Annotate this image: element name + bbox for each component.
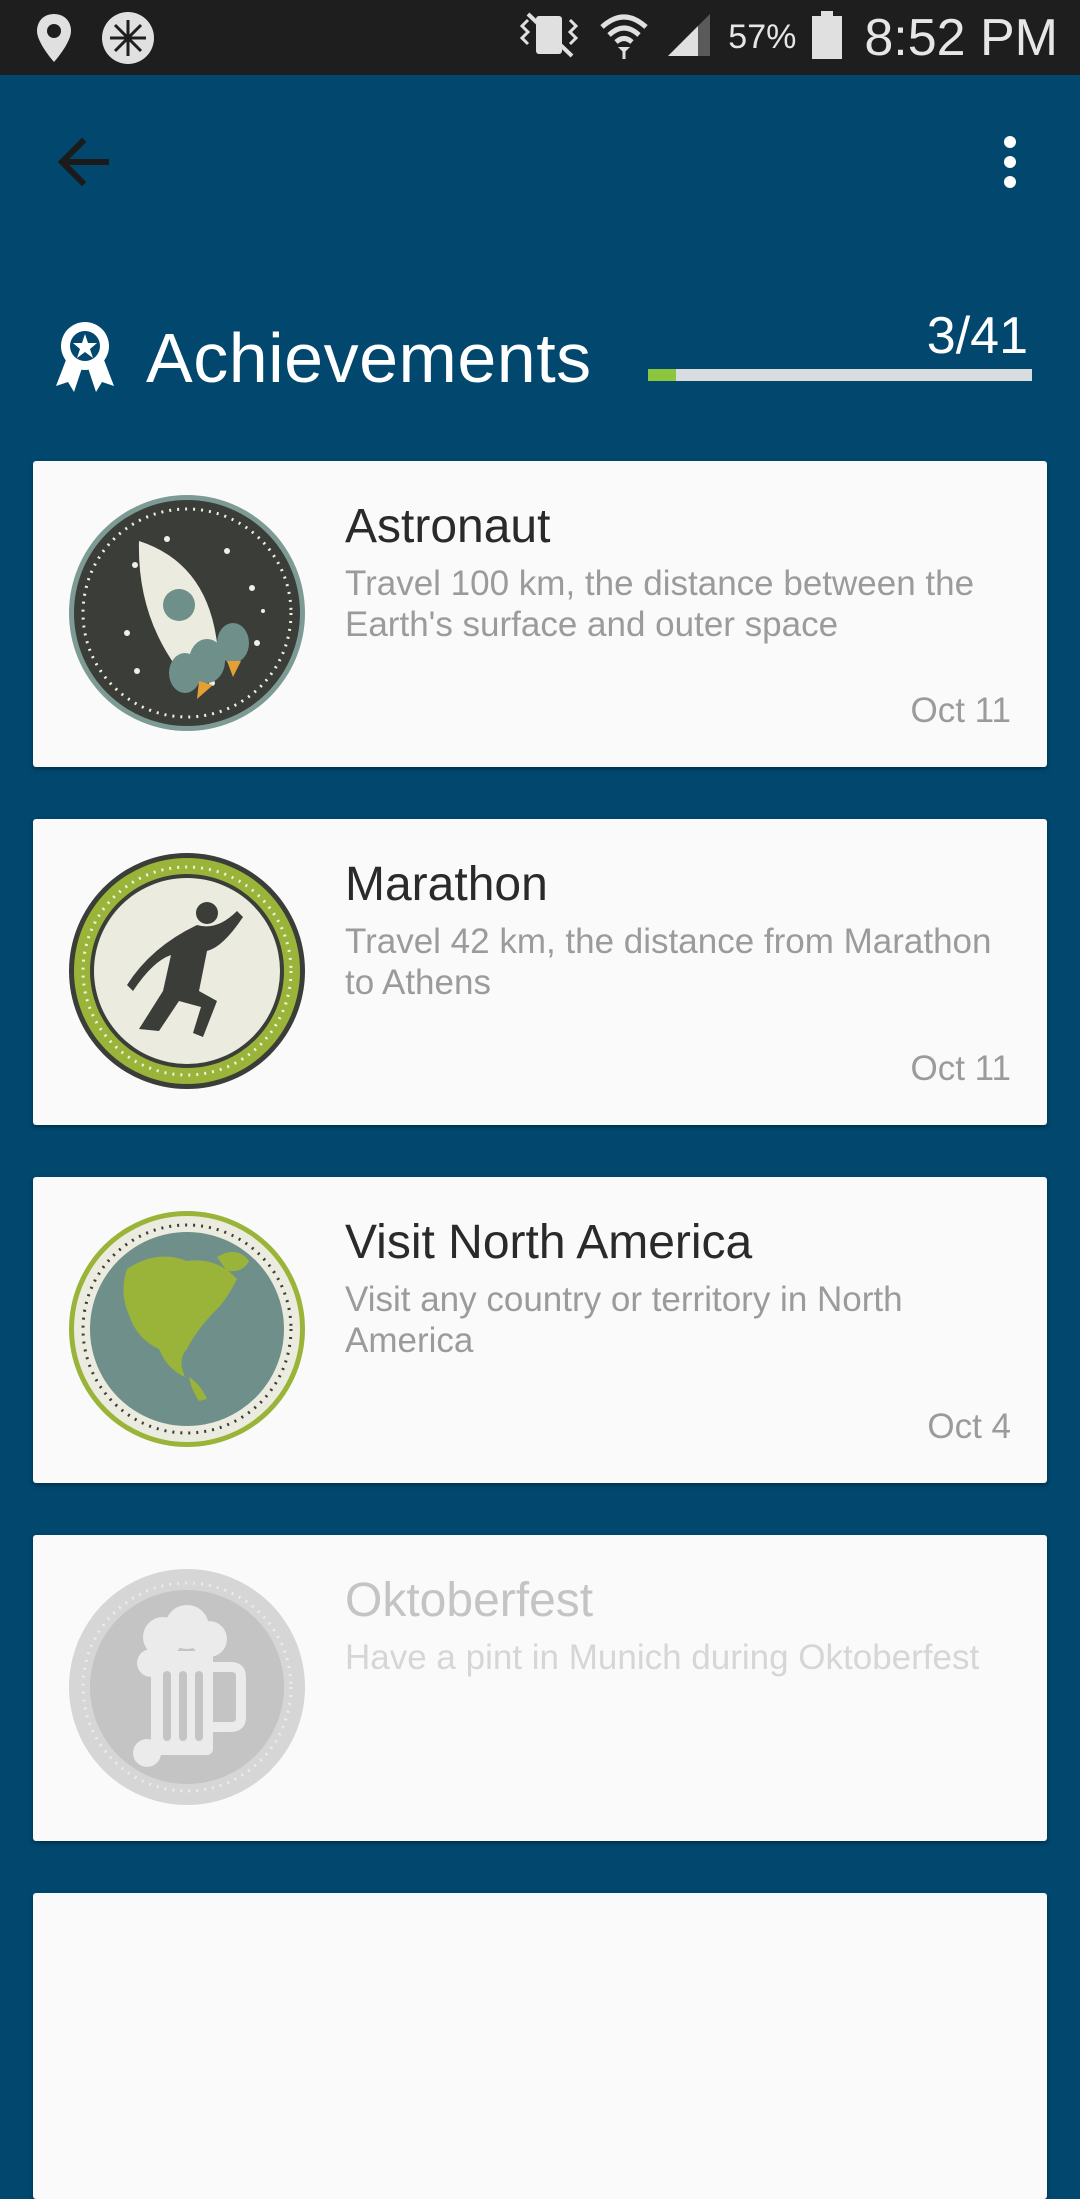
- progress-fill: [648, 369, 677, 381]
- battery-icon: [810, 9, 844, 66]
- achievement-card-astronaut[interactable]: Astronaut Travel 100 km, the distance be…: [33, 461, 1047, 767]
- more-vert-icon: [1004, 136, 1016, 188]
- location-pin-icon: [34, 12, 74, 69]
- page-title: Achievements: [146, 319, 592, 397]
- wifi-icon: [598, 9, 650, 66]
- achievement-date: Oct 4: [927, 1407, 1011, 1446]
- globe-north-america-icon: [67, 1209, 307, 1449]
- achievement-description: Have a pint in Munich during Oktoberfest: [345, 1638, 980, 1677]
- achievement-card-next[interactable]: [33, 1893, 1047, 2199]
- overflow-menu-button[interactable]: [990, 130, 1030, 194]
- beer-mug-icon: [67, 1567, 307, 1807]
- runner-icon: [67, 851, 307, 1091]
- achievement-description: Travel 42 km, the distance from Marathon…: [345, 922, 992, 1002]
- clock: 8:52 PM: [864, 8, 1058, 67]
- achievement-progress-bar: [648, 369, 1032, 381]
- status-bar: 57% 8:52 PM: [0, 0, 1080, 75]
- rocket-icon: [67, 493, 307, 733]
- award-ribbon-icon: [52, 320, 118, 394]
- achievement-title: Astronaut: [345, 500, 551, 553]
- achievement-description: Visit any country or territory in North …: [345, 1280, 903, 1360]
- achievement-title: Marathon: [345, 858, 548, 911]
- arrow-left-icon: [57, 137, 109, 187]
- battery-percent: 57%: [728, 18, 797, 56]
- vibrate-icon: [514, 10, 584, 65]
- signal-icon: [664, 10, 714, 65]
- back-button[interactable]: [52, 130, 116, 194]
- achievement-card-visit-north-america[interactable]: Visit North America Visit any country or…: [33, 1177, 1047, 1483]
- compass-icon: [100, 10, 156, 71]
- achievement-description: Travel 100 km, the distance between the …: [345, 564, 975, 644]
- achievement-date: Oct 11: [910, 691, 1011, 730]
- achievement-title: Visit North America: [345, 1216, 753, 1269]
- achievement-count: 3/41: [926, 307, 1028, 365]
- achievement-card-oktoberfest[interactable]: Oktoberfest Have a pint in Munich during…: [33, 1535, 1047, 1841]
- achievement-title: Oktoberfest: [345, 1574, 594, 1627]
- achievement-date: Oct 11: [910, 1049, 1011, 1088]
- achievement-card-marathon[interactable]: Marathon Travel 42 km, the distance from…: [33, 819, 1047, 1125]
